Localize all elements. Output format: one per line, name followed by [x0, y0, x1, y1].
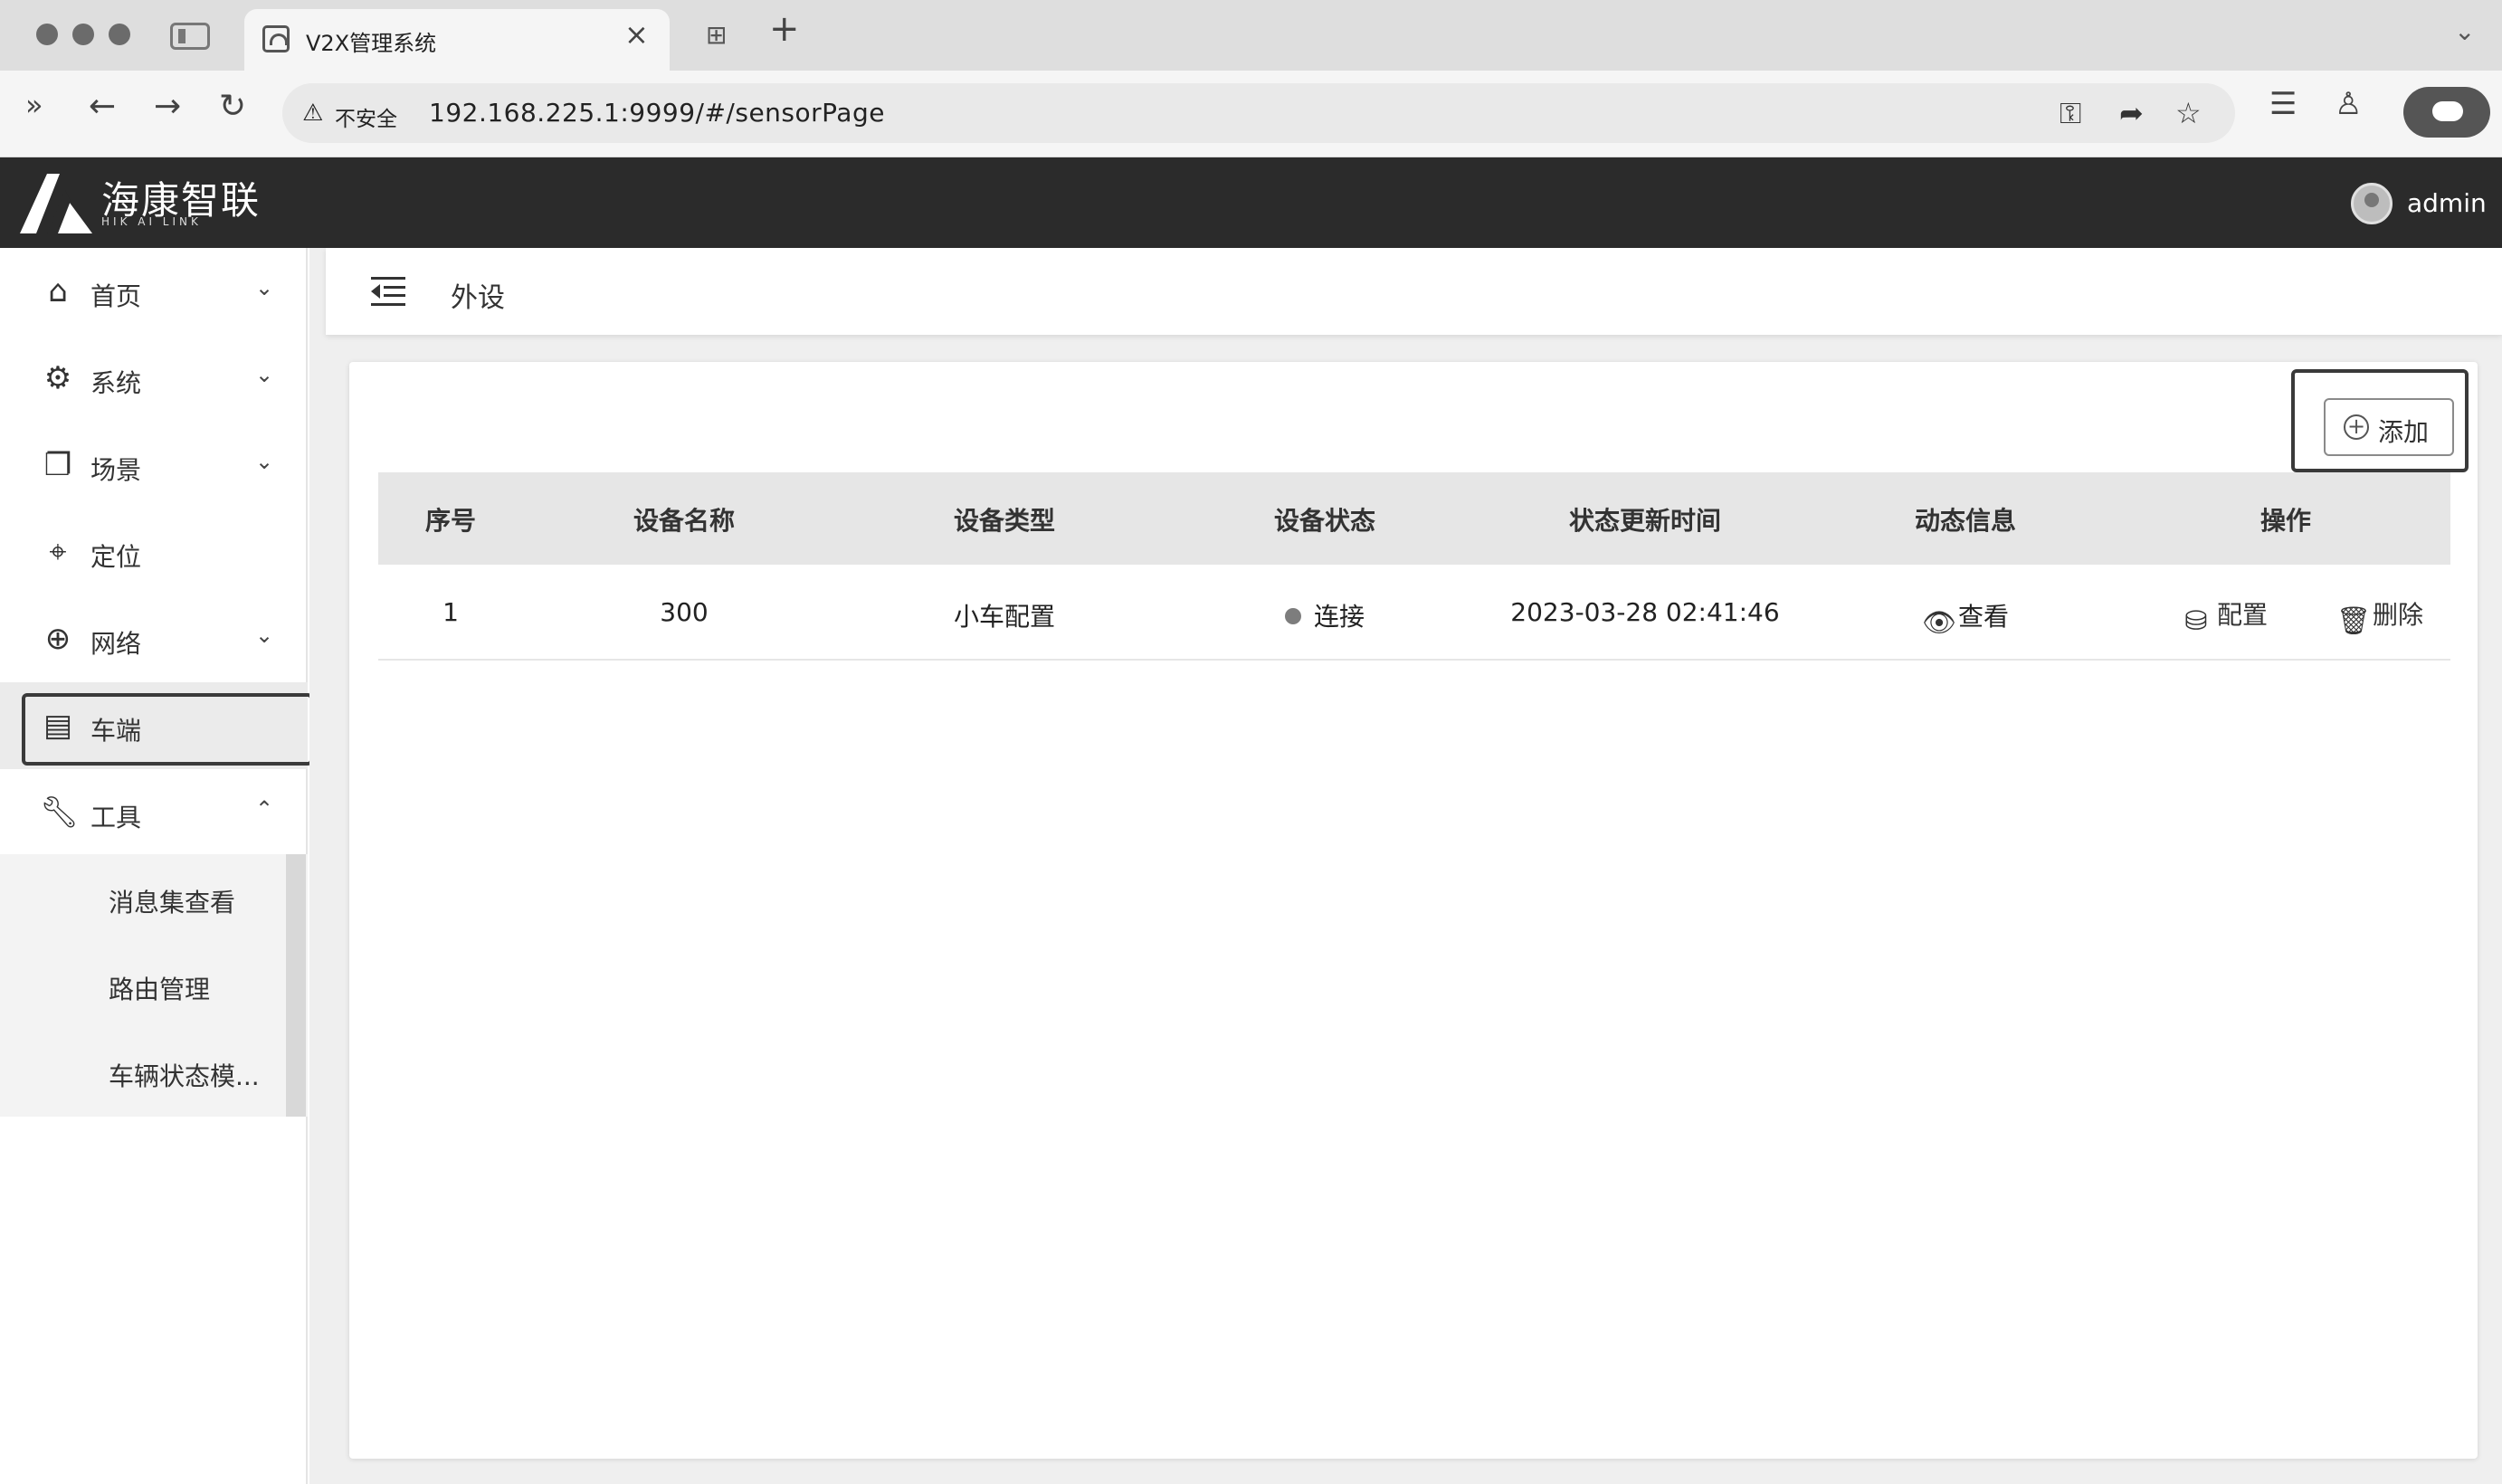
column-header: 操作 — [2259, 506, 2312, 536]
browser-tab-bar: V2X管理系统 × ⊞ + ⌄ — [0, 0, 2502, 71]
sidebar-item-label: 定位 — [90, 542, 142, 572]
layers-icon: ❐ — [43, 447, 72, 483]
location-icon: ⌖ — [49, 534, 67, 570]
eye-icon: 👁︎ — [1921, 607, 1957, 639]
settings-icon: ⚙ — [43, 360, 72, 396]
column-header: 设备状态 — [1273, 506, 1376, 536]
user-name[interactable]: admin — [2407, 188, 2487, 218]
sidebar-item-label: 网络 — [90, 629, 142, 659]
table-header: 序号 设备名称 设备类型 设备状态 状态更新时间 动态信息 操作 — [378, 472, 2450, 565]
tab-title: V2X管理系统 — [306, 31, 437, 56]
sidebar-item-tools[interactable]: 🔧︎ 工具 ⌃ — [0, 769, 308, 856]
sidebar-item-label: 工具 — [90, 803, 142, 832]
trash-icon: 🗑︎ — [2336, 605, 2372, 637]
globe-icon: ⊕ — [44, 621, 71, 657]
submenu-scrollbar[interactable] — [286, 854, 306, 1117]
add-button-label: 添加 — [2378, 417, 2430, 447]
sidebar-toggle-icon[interactable] — [170, 23, 210, 50]
profile-icon[interactable]: ♙ — [2335, 89, 2362, 119]
configure-link[interactable]: ⛁ 配置 — [2181, 595, 2268, 637]
avatar[interactable] — [2351, 183, 2393, 224]
submenu-item-vehicle-status[interactable]: 车辆状态模... — [109, 1057, 260, 1093]
delete-link[interactable]: 🗑︎删除 — [2336, 595, 2423, 637]
logo-icon — [20, 174, 92, 233]
tab-list-chevron-icon[interactable]: ⌄ — [2454, 16, 2475, 46]
column-header: 设备类型 — [953, 506, 1056, 536]
tab-close-icon[interactable]: × — [624, 20, 649, 49]
browser-tab[interactable]: V2X管理系统 × — [244, 9, 670, 71]
column-header: 设备名称 — [633, 506, 736, 536]
chevron-down-icon: ⌄ — [255, 362, 274, 387]
collapse-menu-icon[interactable] — [371, 275, 407, 306]
wrench-icon: 🔧︎ — [40, 794, 80, 831]
column-header: 动态信息 — [1914, 506, 2017, 536]
database-icon: ⛁ — [2184, 605, 2208, 637]
sidebar-item-system[interactable]: ⚙ 系统 ⌄ — [0, 335, 308, 422]
cell-device-type: 小车配置 — [953, 602, 1056, 632]
browser-toolbar: » ← → ↻ ⚠ 不安全 192.168.225.1:9999/#/senso… — [0, 71, 2502, 157]
sidebar-item-location[interactable]: ⌖ 定位 — [0, 509, 308, 595]
active-item-highlight — [22, 693, 313, 766]
view-link[interactable]: 👁︎查看 — [1922, 597, 2009, 639]
share-icon[interactable]: ➦ — [2119, 96, 2144, 130]
plus-circle-icon: + — [2344, 414, 2369, 440]
sidebar-item-scene[interactable]: ❐ 场景 ⌄ — [0, 422, 308, 509]
new-tab-button[interactable]: + — [769, 11, 800, 47]
add-button[interactable]: + 添加 — [2324, 398, 2454, 456]
key-icon[interactable]: ⚿ — [2060, 96, 2081, 131]
sidebar-item-label: 场景 — [90, 455, 142, 485]
cell-index: 1 — [442, 597, 459, 627]
delete-link-label: 删除 — [2373, 600, 2424, 630]
sidebar-item-label: 首页 — [90, 281, 142, 311]
breadcrumb-current: 外设 — [451, 282, 505, 314]
cloud-icon[interactable] — [2403, 87, 2490, 138]
favicon-icon — [262, 25, 290, 52]
breadcrumb: 外设 — [326, 248, 2502, 335]
submenu-item-route-management[interactable]: 路由管理 — [109, 970, 210, 1006]
column-header: 序号 — [424, 506, 477, 536]
main-content: 外设 + 添加 序号 设备名称 设备类型 设备状态 状态更新时间 动态信息 操作… — [309, 248, 2502, 1484]
submenu-item-message-set[interactable]: 消息集查看 — [109, 883, 235, 919]
device-card: + 添加 序号 设备名称 设备类型 设备状态 状态更新时间 动态信息 操作 1 … — [349, 362, 2478, 1459]
cell-device-name: 300 — [660, 597, 709, 627]
sidebar-item-network[interactable]: ⊕ 网络 ⌄ — [0, 595, 308, 682]
menu-icon[interactable]: ☰ — [2269, 89, 2297, 119]
reload-button[interactable]: ↻ — [219, 90, 246, 123]
status-dot-icon — [1284, 608, 1301, 624]
sidebar-item-home[interactable]: ⌂ 首页 ⌄ — [0, 248, 308, 335]
window-zoom-button[interactable] — [109, 24, 130, 45]
tools-submenu: 消息集查看 路由管理 车辆状态模... — [0, 854, 308, 1117]
view-link-label: 查看 — [1957, 602, 2010, 632]
window-close-button[interactable] — [36, 24, 58, 45]
forward-button[interactable]: → — [154, 90, 181, 123]
home-icon: ⌂ — [48, 273, 68, 309]
column-header: 状态更新时间 — [1568, 506, 1722, 536]
bookmark-star-icon[interactable]: ☆ — [2175, 96, 2202, 130]
app-header: 海康智联 HIK AI LINK admin — [0, 157, 2502, 248]
cell-device-status: 连接 — [1284, 597, 1365, 633]
table-row: 1 300 小车配置 连接 2023-03-28 02:41:46 👁︎查看 ⛁… — [378, 565, 2450, 661]
chevron-down-icon: ⌄ — [255, 449, 274, 474]
window-minimize-button[interactable] — [72, 24, 94, 45]
configure-link-label: 配置 — [2217, 600, 2269, 630]
security-label: 不安全 — [335, 108, 397, 131]
status-text: 连接 — [1313, 602, 1365, 632]
warning-icon: ⚠ — [302, 100, 324, 127]
address-bar[interactable]: ⚠ 不安全 192.168.225.1:9999/#/sensorPage ⚿ … — [282, 83, 2235, 143]
back-button[interactable]: ← — [89, 90, 116, 123]
double-chevron-icon[interactable]: » — [25, 90, 43, 119]
url-text[interactable]: 192.168.225.1:9999/#/sensorPage — [429, 98, 885, 128]
sidebar-item-label: 系统 — [90, 368, 142, 398]
chevron-down-icon: ⌄ — [255, 623, 274, 648]
logo-subtitle: HIK AI LINK — [101, 215, 202, 228]
chevron-up-icon: ⌃ — [255, 796, 274, 822]
cell-updated-time: 2023-03-28 02:41:46 — [1510, 597, 1780, 627]
tab-grid-icon[interactable]: ⊞ — [706, 20, 727, 50]
chevron-down-icon: ⌄ — [255, 275, 274, 300]
